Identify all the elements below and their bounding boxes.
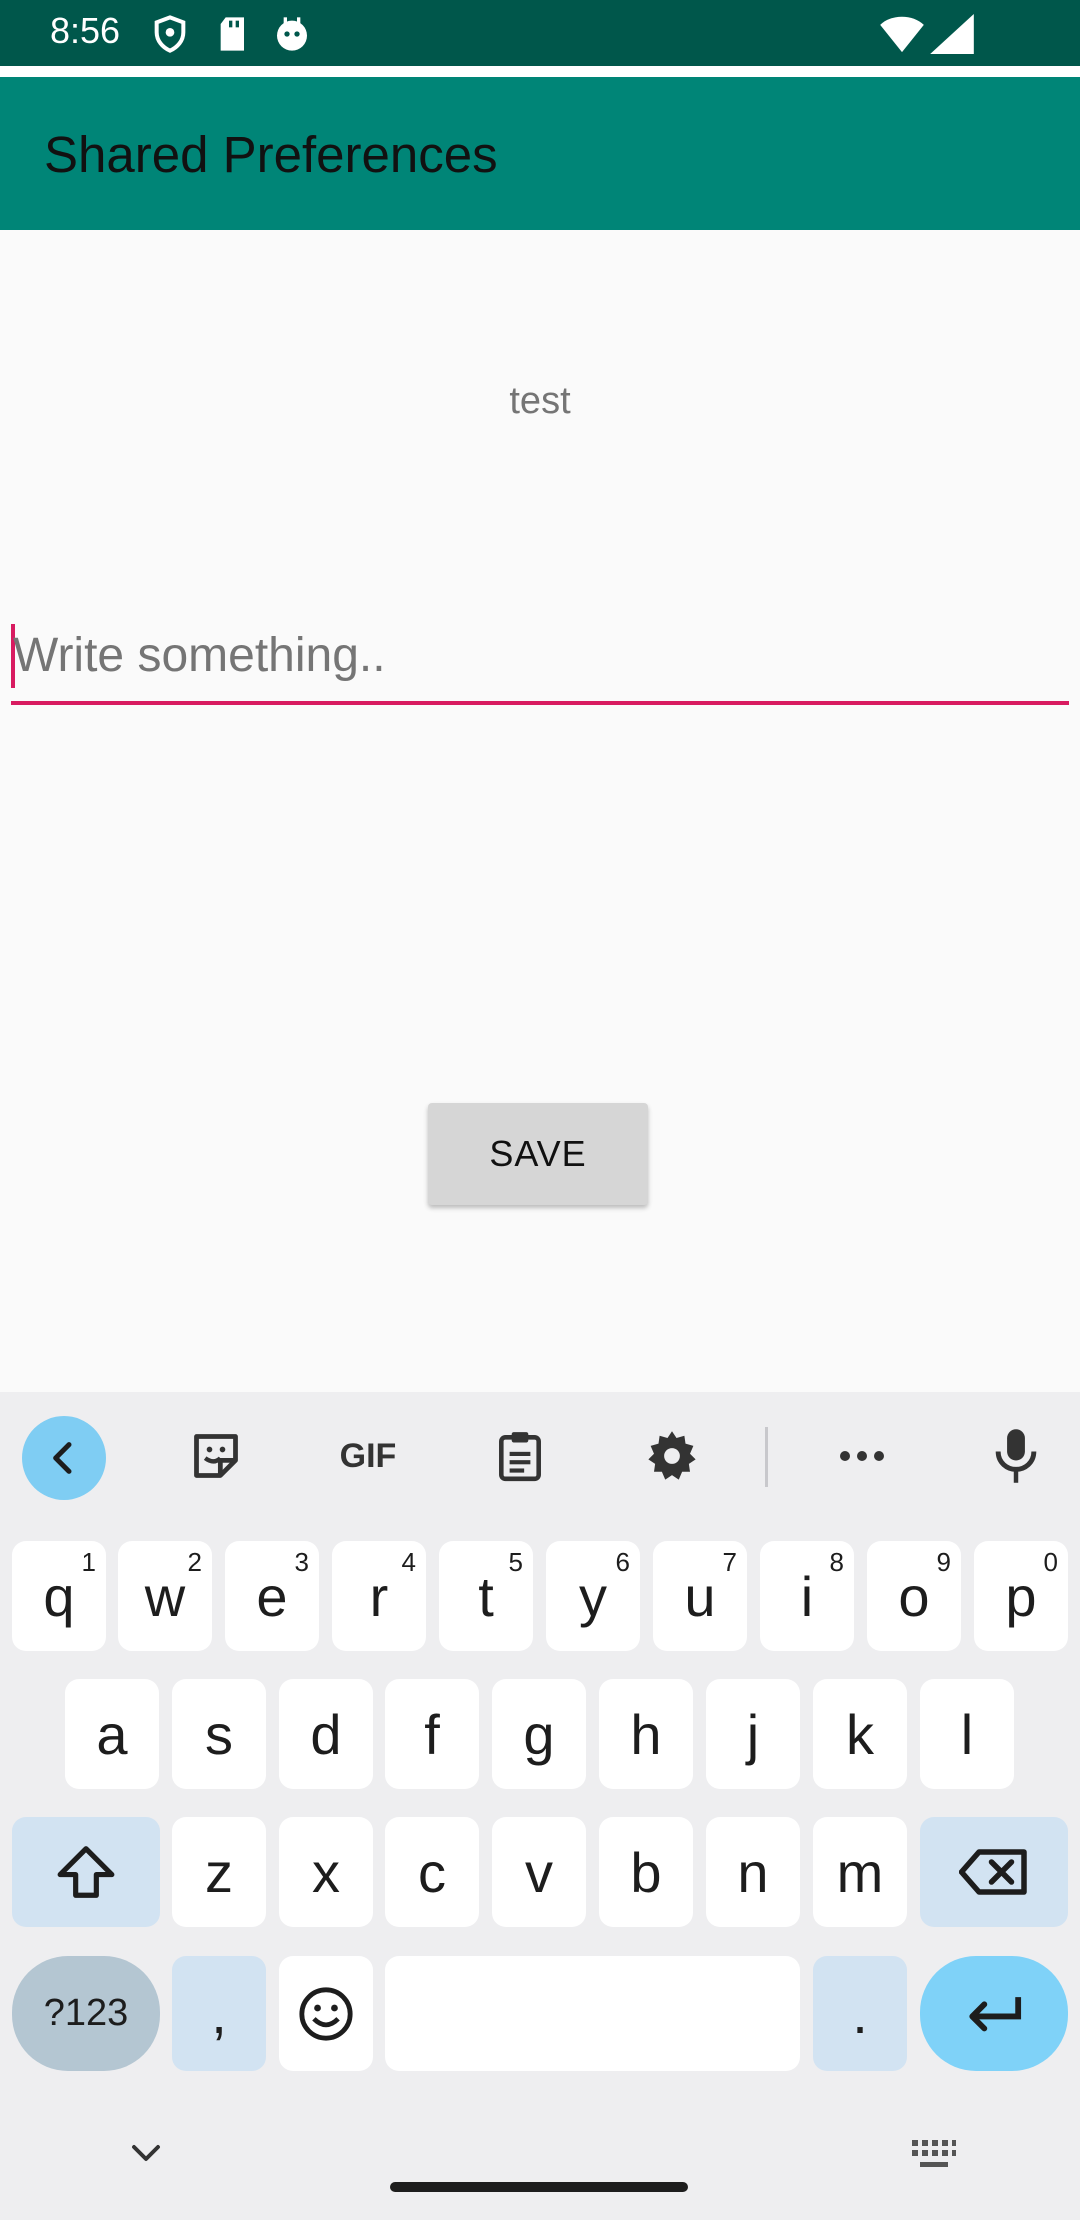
key-f[interactable]: f <box>385 1679 479 1789</box>
sticker-icon[interactable] <box>174 1414 258 1498</box>
key-h[interactable]: h <box>599 1679 693 1789</box>
enter-icon <box>969 1996 1022 2031</box>
back-icon[interactable] <box>22 1416 106 1500</box>
key-x[interactable]: x <box>279 1817 373 1927</box>
key-label: r <box>369 1564 389 1628</box>
key-r[interactable]: r4 <box>332 1541 426 1651</box>
more-icon[interactable] <box>820 1414 904 1498</box>
key-a[interactable]: a <box>65 1679 159 1789</box>
gif-label: GIF <box>339 1436 397 1475</box>
key-b[interactable]: b <box>599 1817 693 1927</box>
key-o[interactable]: o9 <box>867 1541 961 1651</box>
emoji-key[interactable] <box>279 1956 373 2071</box>
num-mode-key[interactable]: ?123 <box>12 1956 160 2071</box>
saved-text-display: test <box>509 380 571 422</box>
home-handle[interactable] <box>390 2182 688 2192</box>
backspace-key[interactable] <box>920 1817 1068 1927</box>
key-hint: 9 <box>936 1547 951 1577</box>
key-d[interactable]: d <box>279 1679 373 1789</box>
clipboard-icon[interactable] <box>478 1414 562 1498</box>
android-debug-icon <box>272 14 312 54</box>
key-g[interactable]: g <box>492 1679 586 1789</box>
key-t[interactable]: t5 <box>439 1541 533 1651</box>
settings-icon[interactable] <box>630 1414 714 1498</box>
wifi-icon <box>880 14 924 54</box>
key-e[interactable]: e3 <box>225 1541 319 1651</box>
key-w[interactable]: w2 <box>118 1541 212 1651</box>
gif-icon[interactable]: GIF <box>326 1414 410 1498</box>
emoji-icon <box>299 1986 353 2041</box>
shield-icon <box>150 14 190 54</box>
key-m[interactable]: m <box>813 1817 907 1927</box>
key-label: o <box>898 1564 930 1628</box>
screen: 8:56 Shared Preferences test Write somet… <box>0 0 1080 2220</box>
key-c[interactable]: c <box>385 1817 479 1927</box>
key-z[interactable]: z <box>172 1817 266 1927</box>
key-label: y <box>579 1564 607 1628</box>
keyboard <box>0 1392 1080 2220</box>
key-label: i <box>800 1564 814 1628</box>
status-bar: 8:56 <box>0 0 1080 66</box>
key-hint: 2 <box>187 1547 202 1577</box>
key-hint: 7 <box>722 1547 737 1577</box>
microphone-icon[interactable] <box>974 1414 1058 1498</box>
space-key[interactable] <box>385 1956 800 2071</box>
key-label: q <box>43 1564 75 1628</box>
backspace-icon <box>959 1849 1027 1895</box>
key-hint: 3 <box>294 1547 309 1577</box>
key-label: t <box>478 1564 494 1628</box>
shift-icon <box>57 1846 115 1898</box>
key-k[interactable]: k <box>813 1679 907 1789</box>
toolbar-divider <box>765 1427 768 1487</box>
shift-key[interactable] <box>12 1817 160 1927</box>
key-l[interactable]: l <box>920 1679 1014 1789</box>
key-j[interactable]: j <box>706 1679 800 1789</box>
comma-key[interactable]: , <box>172 1956 266 2071</box>
input-placeholder: Write something.. <box>13 629 386 682</box>
key-hint: 8 <box>829 1547 844 1577</box>
sd-card-icon <box>214 14 254 54</box>
key-label: w <box>144 1564 186 1628</box>
app-title: Shared Preferences <box>44 126 498 183</box>
status-time: 8:56 <box>50 10 121 51</box>
text-input[interactable]: Write something.. <box>11 620 1069 705</box>
key-s[interactable]: s <box>172 1679 266 1789</box>
key-q[interactable]: q1 <box>12 1541 106 1651</box>
enter-key[interactable] <box>920 1956 1068 2071</box>
key-hint: 0 <box>1043 1547 1058 1577</box>
key-n[interactable]: n <box>706 1817 800 1927</box>
key-hint: 6 <box>615 1547 630 1577</box>
key-hint: 5 <box>508 1547 523 1577</box>
key-hint: 4 <box>401 1547 416 1577</box>
key-y[interactable]: y6 <box>546 1541 640 1651</box>
key-v[interactable]: v <box>492 1817 586 1927</box>
key-u[interactable]: u7 <box>653 1541 747 1651</box>
save-button[interactable]: SAVE <box>428 1103 648 1205</box>
key-p[interactable]: p0 <box>974 1541 1068 1651</box>
keyboard-switch-icon[interactable] <box>910 2138 958 2170</box>
app-bar: Shared Preferences <box>0 77 1080 230</box>
hide-keyboard-icon[interactable] <box>128 2135 164 2171</box>
key-i[interactable]: i8 <box>760 1541 854 1651</box>
signal-icon <box>930 14 974 54</box>
key-hint: 1 <box>81 1547 96 1577</box>
key-label: u <box>684 1564 716 1628</box>
period-key[interactable]: . <box>813 1956 907 2071</box>
key-label: e <box>256 1564 288 1628</box>
status-divider <box>0 66 1080 77</box>
key-label: p <box>1005 1564 1037 1628</box>
